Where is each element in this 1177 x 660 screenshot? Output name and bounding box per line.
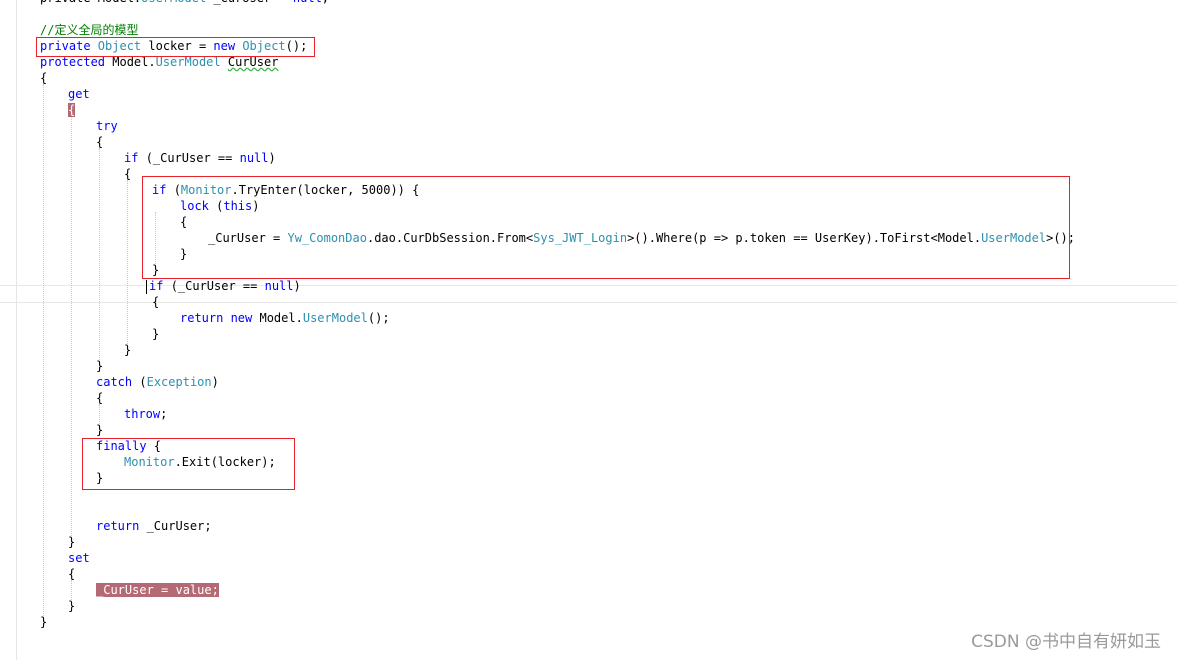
code-token: }: [124, 343, 132, 357]
code-token: _CurUser =: [206, 0, 293, 5]
code-token: {: [124, 167, 132, 181]
code-line-if[interactable]: if (_CurUser == null): [124, 150, 276, 166]
code-line-return[interactable]: return _CurUser;: [96, 518, 212, 534]
code-line-throw[interactable]: throw;: [124, 406, 167, 422]
code-line[interactable]: {: [124, 166, 131, 182]
code-token: {: [68, 103, 76, 117]
code-line[interactable]: {: [68, 566, 75, 582]
code-token: }: [96, 359, 104, 373]
code-token: ): [268, 151, 276, 165]
code-token: return: [180, 311, 231, 325]
code-token: throw: [124, 407, 161, 421]
code-token: try: [96, 119, 118, 133]
code-editor[interactable]: private Model.UserModel _CurUser = null;…: [0, 0, 1177, 660]
code-line[interactable]: {: [40, 70, 47, 86]
code-token: (_CurUser ==: [145, 151, 240, 165]
text-caret: [146, 279, 147, 294]
code-token: Model.: [112, 55, 156, 69]
code-line[interactable]: }: [40, 614, 47, 630]
code-line-return-new[interactable]: return new Model.UserModel();: [180, 310, 390, 326]
code-line-get[interactable]: get: [68, 86, 90, 102]
code-token: _CurUser;: [146, 519, 212, 533]
code-token: {: [68, 567, 76, 581]
code-line-try[interactable]: try: [96, 118, 118, 134]
code-token: null: [293, 0, 322, 5]
code-line[interactable]: }: [68, 534, 75, 550]
code-token: ;: [322, 0, 329, 5]
code-token: (: [139, 375, 147, 389]
annotation-box-locker: [36, 37, 315, 57]
indent-guide: [127, 180, 128, 344]
code-line[interactable]: {: [68, 102, 76, 118]
code-token: _CurUser = value;: [96, 583, 219, 597]
code-line-set-assignment[interactable]: _CurUser = value;: [96, 582, 219, 598]
code-token: protected: [40, 55, 113, 69]
gutter-margin: [16, 0, 17, 660]
code-token: new: [230, 311, 260, 325]
code-token: {: [40, 71, 48, 85]
code-token: Model.: [259, 311, 303, 325]
code-line-if-current[interactable]: if (_CurUser == null): [146, 278, 301, 294]
code-token: ): [293, 279, 301, 293]
code-token: ): [211, 375, 219, 389]
code-token: if: [149, 279, 171, 293]
code-token: UserModel: [302, 311, 368, 325]
indent-guide: [71, 116, 72, 544]
code-token: {: [152, 295, 160, 309]
watermark: CSDN @书中自有妍如玉: [971, 632, 1161, 652]
code-token: }: [68, 535, 76, 549]
code-token: private: [40, 0, 98, 5]
code-line[interactable]: {: [152, 294, 159, 310]
annotation-box-finally: [82, 438, 295, 490]
code-token: //定义全局的模型: [40, 23, 139, 37]
indent-guide: [99, 148, 100, 360]
annotation-box-try-enter: [142, 176, 1070, 279]
code-token: }: [40, 615, 48, 629]
code-token: UserModel: [141, 0, 206, 5]
indent-guide: [43, 84, 44, 624]
code-token: ;: [160, 407, 168, 421]
code-token: if: [124, 151, 146, 165]
code-line[interactable]: }: [96, 422, 103, 438]
code-line[interactable]: private Model.UserModel _CurUser = null;: [40, 0, 329, 6]
code-token: CurUser: [227, 55, 279, 69]
code-comment-line[interactable]: //定义全局的模型: [40, 22, 138, 38]
code-line[interactable]: {: [96, 134, 103, 150]
code-token: set: [68, 551, 90, 565]
code-token: UserModel: [155, 55, 221, 69]
code-token: {: [96, 391, 104, 405]
code-token: }: [68, 599, 76, 613]
code-line[interactable]: }: [68, 598, 75, 614]
code-token: }: [96, 423, 104, 437]
code-token: catch: [96, 375, 140, 389]
code-token: null: [264, 279, 294, 293]
code-line-catch[interactable]: catch (Exception): [96, 374, 219, 390]
code-line[interactable]: }: [96, 358, 103, 374]
code-token: return: [96, 519, 147, 533]
code-token: {: [96, 135, 104, 149]
code-line[interactable]: }: [124, 342, 131, 358]
code-token: Model.: [98, 0, 141, 5]
indent-guide: [71, 580, 72, 600]
code-token: }: [152, 327, 160, 341]
code-line-set[interactable]: set: [68, 550, 90, 566]
code-token: ();: [367, 311, 390, 325]
code-token: get: [68, 87, 90, 101]
code-token: null: [239, 151, 269, 165]
code-line[interactable]: {: [96, 390, 103, 406]
code-line[interactable]: }: [152, 326, 159, 342]
code-token: Exception: [146, 375, 212, 389]
code-token: (_CurUser ==: [170, 279, 265, 293]
indent-guide: [99, 404, 100, 424]
